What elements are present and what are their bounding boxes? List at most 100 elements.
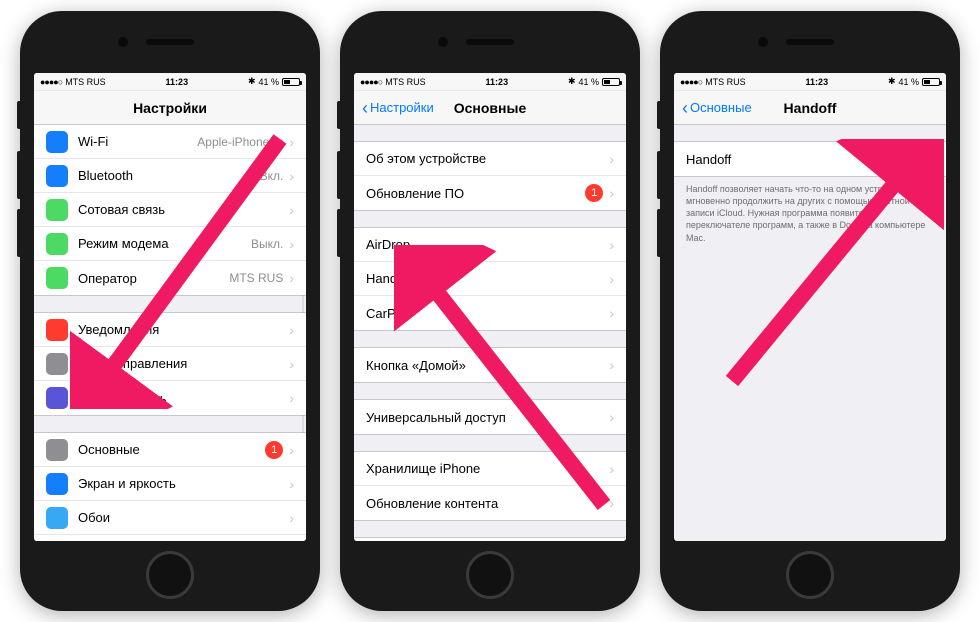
- settings-row[interactable]: Режим модемаВыкл.›: [34, 227, 306, 261]
- row-label: CarPlay: [366, 306, 609, 321]
- row-icon: [46, 541, 68, 542]
- row-badge: 1: [265, 441, 283, 459]
- back-button[interactable]: ‹ Настройки: [362, 99, 434, 117]
- settings-row[interactable]: Звуки, тактильные сигналы›: [34, 535, 306, 541]
- chevron-right-icon: ›: [289, 510, 294, 526]
- chevron-right-icon: ›: [609, 357, 614, 373]
- screen-general: ●●●●○ MTS RUS 11:23 ✱ 41 % ‹ Настройки О…: [354, 73, 626, 541]
- chevron-right-icon: ›: [289, 390, 294, 406]
- row-label: Handoff: [366, 271, 609, 286]
- battery-percent: 41 %: [258, 77, 279, 87]
- row-detail: Apple-iPhone.ru: [197, 135, 283, 149]
- chevron-right-icon: ›: [609, 237, 614, 253]
- chevron-right-icon: ›: [289, 134, 294, 150]
- settings-row[interactable]: Handoff›: [354, 262, 626, 296]
- chevron-right-icon: ›: [289, 236, 294, 252]
- chevron-right-icon: ›: [289, 202, 294, 218]
- row-icon: [46, 233, 68, 255]
- general-list[interactable]: Об этом устройстве›Обновление ПО1› AirDr…: [354, 125, 626, 541]
- group-storage: Хранилище iPhone›Обновление контента›: [354, 451, 626, 521]
- back-label: Настройки: [370, 100, 434, 115]
- row-label: Оператор: [78, 271, 229, 286]
- settings-row[interactable]: Кнопка «Домой»›: [354, 348, 626, 382]
- row-icon: [46, 319, 68, 341]
- settings-row[interactable]: ОграниченияВыкл.›: [354, 538, 626, 541]
- toggle-knob: [912, 149, 932, 169]
- back-button[interactable]: ‹ Основные: [682, 99, 752, 117]
- settings-row[interactable]: Обновление ПО1›: [354, 176, 626, 210]
- status-time: 11:23: [426, 77, 568, 87]
- settings-row[interactable]: BluetoothВкл.›: [34, 159, 306, 193]
- settings-row[interactable]: Сотовая связь›: [34, 193, 306, 227]
- back-label: Основные: [690, 100, 752, 115]
- carrier-label: MTS RUS: [385, 77, 426, 87]
- page-title: Настройки: [34, 100, 306, 116]
- screen-handoff: ●●●●○ MTS RUS 11:23 ✱ 41 % ‹ Основные Ha…: [674, 73, 946, 541]
- row-icon: [46, 507, 68, 529]
- chevron-right-icon: ›: [289, 322, 294, 338]
- chevron-right-icon: ›: [609, 495, 614, 511]
- row-label: Обновление контента: [366, 496, 609, 511]
- settings-row[interactable]: Основные1›: [34, 433, 306, 467]
- group-connectivity: AirDrop›Handoff›CarPlay›: [354, 227, 626, 331]
- settings-row[interactable]: CarPlay›: [354, 296, 626, 330]
- chevron-right-icon: ›: [289, 442, 294, 458]
- row-label: Wi-Fi: [78, 134, 197, 149]
- settings-row[interactable]: Экран и яркость›: [34, 467, 306, 501]
- chevron-right-icon: ›: [609, 271, 614, 287]
- settings-row[interactable]: Wi-FiApple-iPhone.ru ›: [34, 125, 306, 159]
- row-detail: Выкл.: [251, 237, 283, 251]
- group-about: Об этом устройстве›Обновление ПО1›: [354, 141, 626, 211]
- row-handoff-toggle[interactable]: Handoff: [674, 142, 946, 176]
- chevron-right-icon: ›: [609, 461, 614, 477]
- carrier-label: MTS RUS: [705, 77, 746, 87]
- settings-row[interactable]: ОператорMTS RUS›: [34, 261, 306, 295]
- settings-row[interactable]: Пункт управления›: [34, 347, 306, 381]
- battery-percent: 41 %: [578, 77, 599, 87]
- chevron-right-icon: ›: [609, 409, 614, 425]
- settings-row[interactable]: AirDrop›: [354, 228, 626, 262]
- settings-row[interactable]: Уведомления›: [34, 313, 306, 347]
- chevron-left-icon: ‹: [682, 99, 688, 117]
- group-connectivity: Wi-FiApple-iPhone.ru › BluetoothВкл.›Сотов…: [34, 125, 306, 296]
- row-label: Уведомления: [78, 322, 289, 337]
- bluetooth-icon: ✱: [248, 76, 256, 87]
- settings-row[interactable]: Об этом устройстве›: [354, 142, 626, 176]
- handoff-content: Handoff Handoff позволяет начать что-то …: [674, 125, 946, 541]
- settings-row[interactable]: Обновление контента›: [354, 486, 626, 520]
- row-label: Универсальный доступ: [366, 410, 609, 425]
- settings-list[interactable]: Wi-FiApple-iPhone.ru › BluetoothВкл.›Сотов…: [34, 125, 306, 541]
- row-label: Handoff: [686, 152, 894, 167]
- settings-row[interactable]: Обои›: [34, 501, 306, 535]
- bluetooth-icon: ✱: [568, 76, 576, 87]
- row-icon: [46, 267, 68, 289]
- row-label: AirDrop: [366, 237, 609, 252]
- settings-row[interactable]: Универсальный доступ›: [354, 400, 626, 434]
- phone-frame: ●●●●○ MTS RUS 11:23 ✱ 41 % Настройки Wi-…: [20, 11, 320, 611]
- home-button[interactable]: [146, 551, 194, 599]
- signal-icon: ●●●●○: [680, 77, 702, 87]
- row-icon: [46, 387, 68, 409]
- phone-frame: ●●●●○ MTS RUS 11:23 ✱ 41 % ‹ Основные Ha…: [660, 11, 960, 611]
- group-notifications: Уведомления›Пункт управления›Не беспокои…: [34, 312, 306, 416]
- row-label: Кнопка «Домой»: [366, 358, 609, 373]
- home-button[interactable]: [466, 551, 514, 599]
- row-icon: [46, 473, 68, 495]
- bluetooth-icon: ✱: [888, 76, 896, 87]
- screen-settings: ●●●●○ MTS RUS 11:23 ✱ 41 % Настройки Wi-…: [34, 73, 306, 541]
- settings-row[interactable]: Хранилище iPhone›: [354, 452, 626, 486]
- chevron-right-icon: ›: [289, 356, 294, 372]
- phone-camera: [118, 37, 128, 47]
- row-label: Bluetooth: [78, 168, 260, 183]
- status-time: 11:23: [746, 77, 888, 87]
- battery-icon: [282, 78, 300, 86]
- row-icon: [46, 199, 68, 221]
- group-accessibility: Универсальный доступ›: [354, 399, 626, 435]
- handoff-toggle[interactable]: [894, 147, 934, 171]
- nav-bar: ‹ Настройки Основные: [354, 91, 626, 125]
- status-bar: ●●●●○ MTS RUS 11:23 ✱ 41 %: [674, 73, 946, 91]
- group-restrictions: ОграниченияВыкл.›: [354, 537, 626, 541]
- home-button[interactable]: [786, 551, 834, 599]
- chevron-right-icon: ›: [609, 185, 614, 201]
- settings-row[interactable]: Не беспокоить›: [34, 381, 306, 415]
